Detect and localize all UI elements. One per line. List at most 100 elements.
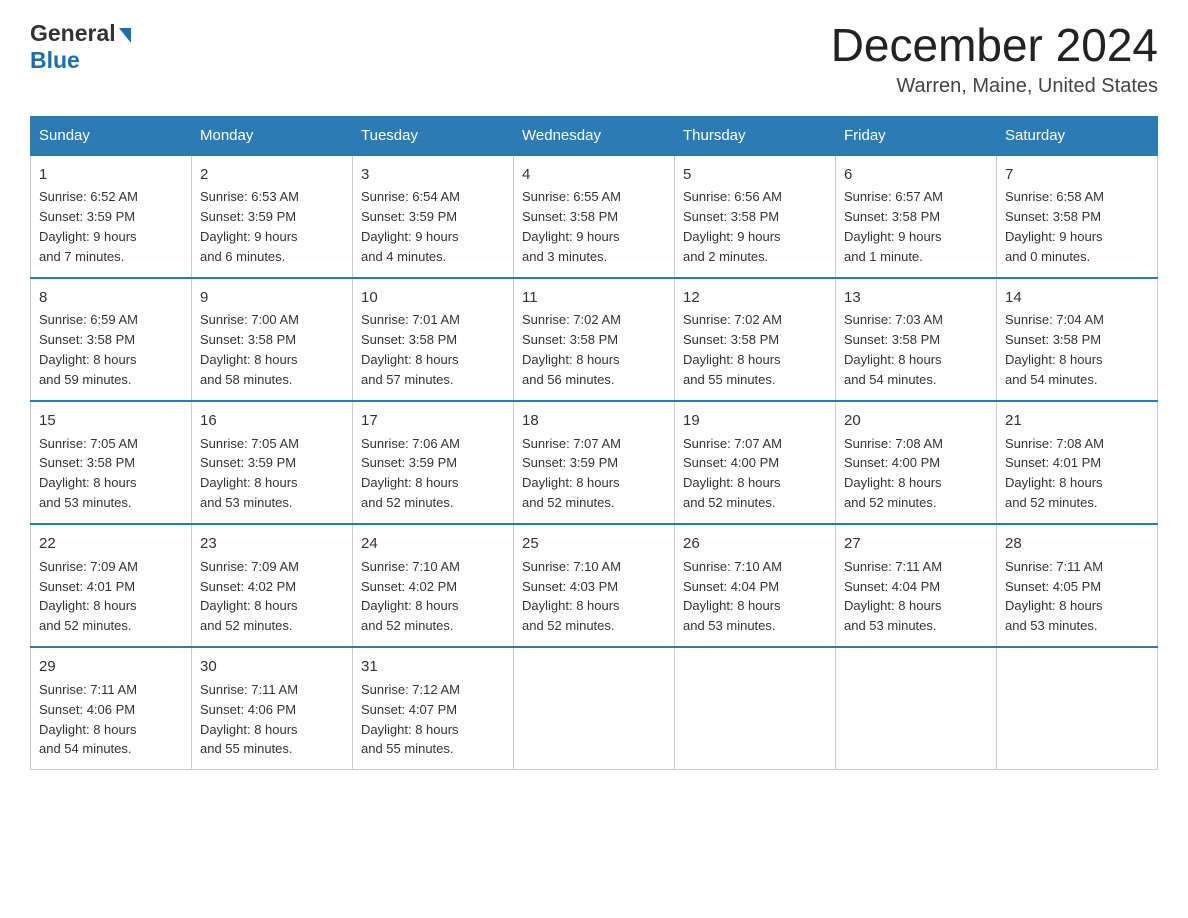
day-number: 31 bbox=[361, 656, 505, 678]
day-info: Sunrise: 6:52 AM Sunset: 3:59 PM Dayligh… bbox=[39, 189, 138, 264]
location-title: Warren, Maine, United States bbox=[831, 75, 1158, 98]
day-info: Sunrise: 7:02 AM Sunset: 3:58 PM Dayligh… bbox=[522, 312, 621, 387]
calendar-day-cell: 30 Sunrise: 7:11 AM Sunset: 4:06 PM Dayli… bbox=[192, 647, 353, 770]
day-number: 30 bbox=[200, 656, 344, 678]
day-number: 5 bbox=[683, 164, 827, 186]
calendar-day-cell: 6 Sunrise: 6:57 AM Sunset: 3:58 PM Daylig… bbox=[836, 155, 997, 278]
day-number: 14 bbox=[1005, 287, 1149, 309]
logo-blue: Blue bbox=[30, 47, 80, 73]
calendar-day-cell: 7 Sunrise: 6:58 AM Sunset: 3:58 PM Daylig… bbox=[997, 155, 1158, 278]
weekday-header-thursday: Thursday bbox=[675, 116, 836, 155]
calendar-day-cell: 23Sunrise: 7:09 AM Sunset: 4:02 PM Dayli… bbox=[192, 524, 353, 647]
calendar-day-cell: 27Sunrise: 7:11 AM Sunset: 4:04 PM Dayli… bbox=[836, 524, 997, 647]
day-number: 8 bbox=[39, 287, 183, 309]
calendar-table: SundayMondayTuesdayWednesdayThursdayFrid… bbox=[30, 116, 1158, 771]
calendar-week-row: 22 Sunrise: 7:09 AM Sunset: 4:01 PM Dayli… bbox=[31, 524, 1158, 647]
weekday-header-friday: Friday bbox=[836, 116, 997, 155]
calendar-day-cell: 15 Sunrise: 7:05 AM Sunset: 3:58 PM Dayli… bbox=[31, 401, 192, 524]
day-info: Sunrise: 7:08 AM Sunset: 4:00 PM Dayligh… bbox=[844, 436, 943, 511]
day-info: Sunrise: 7:04 AM Sunset: 3:58 PM Dayligh… bbox=[1005, 312, 1104, 387]
day-info: Sunrise: 6:57 AM Sunset: 3:58 PM Dayligh… bbox=[844, 189, 943, 264]
weekday-header-tuesday: Tuesday bbox=[353, 116, 514, 155]
calendar-day-cell: 28Sunrise: 7:11 AM Sunset: 4:05 PM Dayli… bbox=[997, 524, 1158, 647]
calendar-day-cell: 13 Sunrise: 7:03 AM Sunset: 3:58 PM Dayli… bbox=[836, 278, 997, 401]
day-number: 25 bbox=[522, 533, 666, 555]
day-info: Sunrise: 6:59 AM Sunset: 3:58 PM Dayligh… bbox=[39, 312, 138, 387]
day-info: Sunrise: 7:08 AM Sunset: 4:01 PM Dayligh… bbox=[1005, 436, 1104, 511]
day-info: Sunrise: 7:09 AM Sunset: 4:02 PM Dayligh… bbox=[200, 559, 299, 634]
day-number: 11 bbox=[522, 287, 666, 309]
weekday-header-monday: Monday bbox=[192, 116, 353, 155]
calendar-day-cell: 21 Sunrise: 7:08 AM Sunset: 4:01 PM Dayli… bbox=[997, 401, 1158, 524]
day-info: Sunrise: 7:09 AM Sunset: 4:01 PM Dayligh… bbox=[39, 559, 138, 634]
day-info: Sunrise: 7:03 AM Sunset: 3:58 PM Dayligh… bbox=[844, 312, 943, 387]
day-number: 19 bbox=[683, 410, 827, 432]
day-info: Sunrise: 7:11 AM Sunset: 4:06 PM Dayligh… bbox=[200, 682, 298, 757]
day-number: 17 bbox=[361, 410, 505, 432]
day-number: 29 bbox=[39, 656, 183, 678]
calendar-day-cell: 12Sunrise: 7:02 AM Sunset: 3:58 PM Dayli… bbox=[675, 278, 836, 401]
page-header: General Blue December 2024 Warren, Maine… bbox=[30, 20, 1158, 98]
day-number: 21 bbox=[1005, 410, 1149, 432]
day-number: 16 bbox=[200, 410, 344, 432]
calendar-week-row: 1Sunrise: 6:52 AM Sunset: 3:59 PM Daylig… bbox=[31, 155, 1158, 278]
day-number: 10 bbox=[361, 287, 505, 309]
calendar-day-cell: 18 Sunrise: 7:07 AM Sunset: 3:59 PM Dayli… bbox=[514, 401, 675, 524]
calendar-day-cell: 1Sunrise: 6:52 AM Sunset: 3:59 PM Daylig… bbox=[31, 155, 192, 278]
day-info: Sunrise: 6:56 AM Sunset: 3:58 PM Dayligh… bbox=[683, 189, 782, 264]
title-block: December 2024 Warren, Maine, United Stat… bbox=[831, 20, 1158, 98]
day-number: 20 bbox=[844, 410, 988, 432]
calendar-day-cell: 8 Sunrise: 6:59 AM Sunset: 3:58 PM Daylig… bbox=[31, 278, 192, 401]
calendar-day-cell: 29 Sunrise: 7:11 AM Sunset: 4:06 PM Dayli… bbox=[31, 647, 192, 770]
calendar-day-cell: 9 Sunrise: 7:00 AM Sunset: 3:58 PM Daylig… bbox=[192, 278, 353, 401]
weekday-header-row: SundayMondayTuesdayWednesdayThursdayFrid… bbox=[31, 116, 1158, 155]
day-info: Sunrise: 7:10 AM Sunset: 4:04 PM Dayligh… bbox=[683, 559, 782, 634]
calendar-day-cell: 3Sunrise: 6:54 AM Sunset: 3:59 PM Daylig… bbox=[353, 155, 514, 278]
day-number: 9 bbox=[200, 287, 344, 309]
day-info: Sunrise: 7:00 AM Sunset: 3:58 PM Dayligh… bbox=[200, 312, 299, 387]
calendar-week-row: 29 Sunrise: 7:11 AM Sunset: 4:06 PM Dayli… bbox=[31, 647, 1158, 770]
day-info: Sunrise: 6:55 AM Sunset: 3:58 PM Dayligh… bbox=[522, 189, 621, 264]
calendar-day-cell: 17 Sunrise: 7:06 AM Sunset: 3:59 PM Dayli… bbox=[353, 401, 514, 524]
calendar-day-cell: 2Sunrise: 6:53 AM Sunset: 3:59 PM Daylig… bbox=[192, 155, 353, 278]
day-info: Sunrise: 7:06 AM Sunset: 3:59 PM Dayligh… bbox=[361, 436, 460, 511]
day-info: Sunrise: 7:10 AM Sunset: 4:03 PM Dayligh… bbox=[522, 559, 621, 634]
calendar-day-cell: 5 Sunrise: 6:56 AM Sunset: 3:58 PM Daylig… bbox=[675, 155, 836, 278]
day-info: Sunrise: 7:07 AM Sunset: 3:59 PM Dayligh… bbox=[522, 436, 621, 511]
weekday-header-wednesday: Wednesday bbox=[514, 116, 675, 155]
logo-arrow-icon bbox=[119, 28, 131, 43]
day-info: Sunrise: 7:12 AM Sunset: 4:07 PM Dayligh… bbox=[361, 682, 460, 757]
day-info: Sunrise: 6:54 AM Sunset: 3:59 PM Dayligh… bbox=[361, 189, 460, 264]
day-info: Sunrise: 7:11 AM Sunset: 4:04 PM Dayligh… bbox=[844, 559, 942, 634]
weekday-header-saturday: Saturday bbox=[997, 116, 1158, 155]
day-number: 6 bbox=[844, 164, 988, 186]
day-number: 4 bbox=[522, 164, 666, 186]
logo-general: General bbox=[30, 20, 116, 47]
calendar-week-row: 8 Sunrise: 6:59 AM Sunset: 3:58 PM Daylig… bbox=[31, 278, 1158, 401]
calendar-day-cell: 16Sunrise: 7:05 AM Sunset: 3:59 PM Dayli… bbox=[192, 401, 353, 524]
day-number: 24 bbox=[361, 533, 505, 555]
empty-cell bbox=[997, 647, 1158, 770]
day-info: Sunrise: 7:11 AM Sunset: 4:06 PM Dayligh… bbox=[39, 682, 137, 757]
day-info: Sunrise: 6:53 AM Sunset: 3:59 PM Dayligh… bbox=[200, 189, 299, 264]
calendar-day-cell: 10Sunrise: 7:01 AM Sunset: 3:58 PM Dayli… bbox=[353, 278, 514, 401]
day-info: Sunrise: 6:58 AM Sunset: 3:58 PM Dayligh… bbox=[1005, 189, 1104, 264]
day-info: Sunrise: 7:05 AM Sunset: 3:58 PM Dayligh… bbox=[39, 436, 138, 511]
calendar-day-cell: 20 Sunrise: 7:08 AM Sunset: 4:00 PM Dayli… bbox=[836, 401, 997, 524]
calendar-day-cell: 25 Sunrise: 7:10 AM Sunset: 4:03 PM Dayli… bbox=[514, 524, 675, 647]
day-number: 7 bbox=[1005, 164, 1149, 186]
day-info: Sunrise: 7:07 AM Sunset: 4:00 PM Dayligh… bbox=[683, 436, 782, 511]
day-number: 15 bbox=[39, 410, 183, 432]
weekday-header-sunday: Sunday bbox=[31, 116, 192, 155]
day-number: 22 bbox=[39, 533, 183, 555]
calendar-day-cell: 19 Sunrise: 7:07 AM Sunset: 4:00 PM Dayli… bbox=[675, 401, 836, 524]
day-number: 26 bbox=[683, 533, 827, 555]
empty-cell bbox=[675, 647, 836, 770]
logo: General Blue bbox=[30, 20, 131, 74]
day-info: Sunrise: 7:10 AM Sunset: 4:02 PM Dayligh… bbox=[361, 559, 460, 634]
calendar-week-row: 15 Sunrise: 7:05 AM Sunset: 3:58 PM Dayli… bbox=[31, 401, 1158, 524]
day-number: 13 bbox=[844, 287, 988, 309]
day-number: 28 bbox=[1005, 533, 1149, 555]
calendar-day-cell: 24 Sunrise: 7:10 AM Sunset: 4:02 PM Dayli… bbox=[353, 524, 514, 647]
day-number: 18 bbox=[522, 410, 666, 432]
